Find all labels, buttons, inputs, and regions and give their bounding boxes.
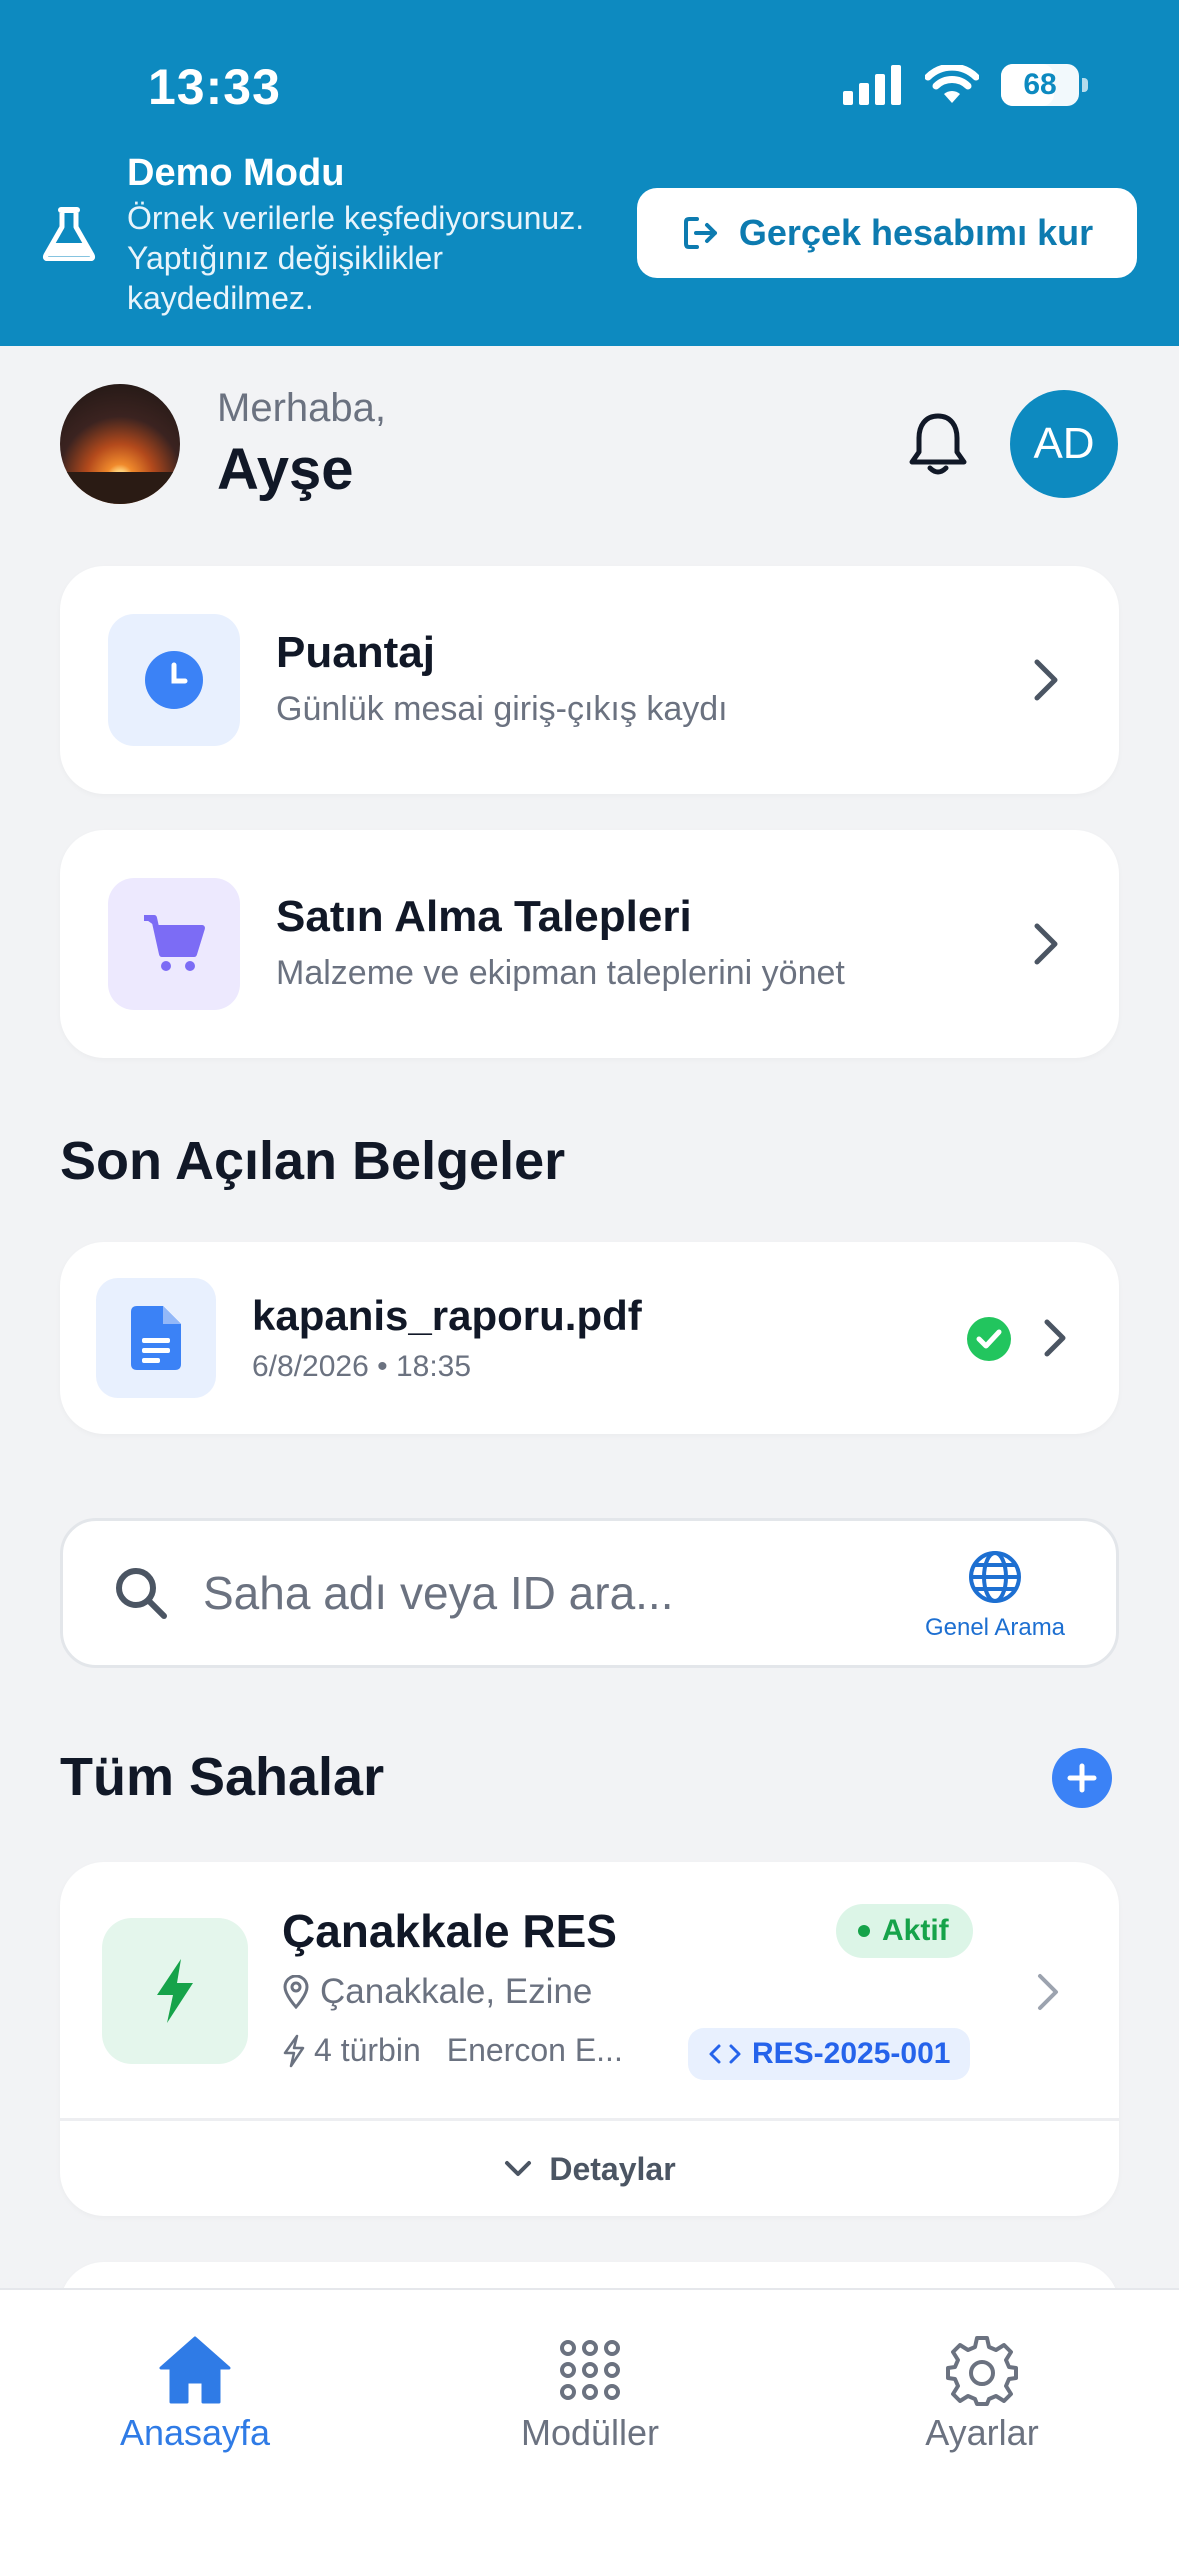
battery-level: 68 — [1023, 68, 1057, 101]
battery-icon: 68 — [1001, 64, 1088, 106]
timesheet-icon-box — [108, 614, 240, 746]
wifi-icon — [925, 65, 979, 103]
details-toggle-button[interactable]: Detaylar — [60, 2122, 1119, 2216]
purchase-requests-card[interactable]: Satın Alma Talepleri Malzeme ve ekipman … — [60, 830, 1119, 1058]
site-location-text: Çanakkale, Ezine — [320, 1972, 593, 2011]
site-name: Çanakkale RES — [282, 1905, 617, 1957]
site-card[interactable]: Çanakkale RES Aktif Çanakkale, Ezine 4 t… — [60, 1862, 1119, 2216]
bolt-outline-icon — [283, 2034, 305, 2067]
document-icon — [131, 1306, 181, 1370]
divider — [60, 2118, 1119, 2121]
status-dot — [858, 1925, 870, 1937]
chevron-right-icon — [1044, 1319, 1066, 1357]
turbine-count: 4 türbin — [282, 2032, 421, 2069]
document-name: kapanis_raporu.pdf — [252, 1292, 642, 1339]
signal-icon — [843, 65, 901, 105]
details-label: Detaylar — [549, 2150, 676, 2187]
bell-icon[interactable] — [905, 410, 971, 480]
flask-icon — [42, 207, 96, 261]
global-search-label: Genel Arama — [924, 1614, 1066, 1641]
all-sites-title: Tüm Sahalar — [60, 1747, 385, 1807]
purchase-requests-title: Satın Alma Talepleri — [276, 892, 692, 941]
chevron-right-icon — [1034, 659, 1058, 701]
status-badge: Aktif — [836, 1904, 973, 1958]
turbine-count-text: 4 türbin — [314, 2032, 421, 2068]
location-pin-icon — [283, 1975, 309, 2009]
user-avatar[interactable]: AD — [1010, 390, 1118, 498]
profile-photo[interactable] — [60, 384, 180, 504]
nav-settings[interactable]: Ayarlar — [832, 2332, 1132, 2454]
status-icons: 68 — [843, 64, 1088, 106]
setup-real-account-label: Gerçek hesabımı kur — [738, 212, 1094, 253]
user-name: Ayşe — [217, 437, 354, 502]
timesheet-card[interactable]: Puantaj Günlük mesai giriş-çıkış kaydı — [60, 566, 1119, 794]
recent-document-item[interactable]: kapanis_raporu.pdf 6/8/2026 • 18:35 — [60, 1242, 1119, 1434]
demo-title: Demo Modu — [127, 152, 345, 194]
code-icon — [709, 2044, 741, 2064]
nav-settings-label: Ayarlar — [925, 2412, 1039, 2453]
chevron-right-icon — [1038, 1974, 1058, 2010]
search-icon — [116, 1568, 167, 1619]
grid-icon — [560, 2340, 620, 2400]
demo-description: Örnek verilerle keşfediyorsunuz. Yaptığı… — [127, 200, 585, 316]
logout-icon — [683, 217, 717, 249]
nav-modules-label: Modüller — [520, 2412, 660, 2453]
demo-banner: 13:33 68 Demo Modu Örnek verilerle keşfe… — [0, 0, 1179, 346]
nav-home-label: Anasayfa — [119, 2412, 271, 2453]
recent-documents-title: Son Açılan Belgeler — [60, 1131, 566, 1191]
status-time: 13:33 — [148, 59, 281, 115]
status-label: Aktif — [882, 1914, 949, 1947]
chevron-down-icon — [505, 2161, 532, 2176]
site-id-text: RES-2025-001 — [752, 2037, 951, 2070]
site-meta: 4 türbin Enercon E... — [282, 2032, 623, 2069]
document-date: 6/8/2026 • 18:35 — [252, 1350, 472, 1383]
site-search-box: Genel Arama — [60, 1518, 1119, 1668]
lightning-icon — [157, 1959, 193, 2023]
timesheet-title: Puantaj — [276, 628, 435, 677]
nav-home[interactable]: Anasayfa — [45, 2332, 345, 2454]
check-circle-icon — [967, 1317, 1011, 1361]
cart-icon — [144, 915, 205, 971]
gear-icon — [946, 2336, 1018, 2406]
turbine-model: Enercon E... — [446, 2032, 623, 2068]
chevron-right-icon — [1034, 923, 1058, 965]
setup-real-account-button[interactable]: Gerçek hesabımı kur — [637, 188, 1137, 278]
site-id-badge: RES-2025-001 — [688, 2028, 971, 2080]
timesheet-subtitle: Günlük mesai giriş-çıkış kaydı — [276, 690, 728, 728]
site-search-input[interactable] — [203, 1561, 803, 1625]
clock-icon — [145, 651, 203, 709]
home-icon — [159, 2336, 231, 2404]
document-icon-box — [96, 1278, 216, 1398]
greeting-text: Merhaba, — [217, 386, 386, 430]
globe-icon — [969, 1551, 1021, 1603]
bottom-navigation: Anasayfa Modüller Ayarlar — [0, 2288, 1179, 2556]
purchase-requests-subtitle: Malzeme ve ekipman taleplerini yönet — [276, 954, 845, 992]
global-search-button[interactable]: Genel Arama — [895, 1549, 1095, 1642]
nav-modules[interactable]: Modüller — [440, 2332, 740, 2454]
plus-icon — [1067, 1763, 1097, 1793]
site-location: Çanakkale, Ezine — [282, 1972, 592, 2012]
site-icon-box — [102, 1918, 248, 2064]
add-site-button[interactable] — [1052, 1748, 1112, 1808]
purchase-icon-box — [108, 878, 240, 1010]
